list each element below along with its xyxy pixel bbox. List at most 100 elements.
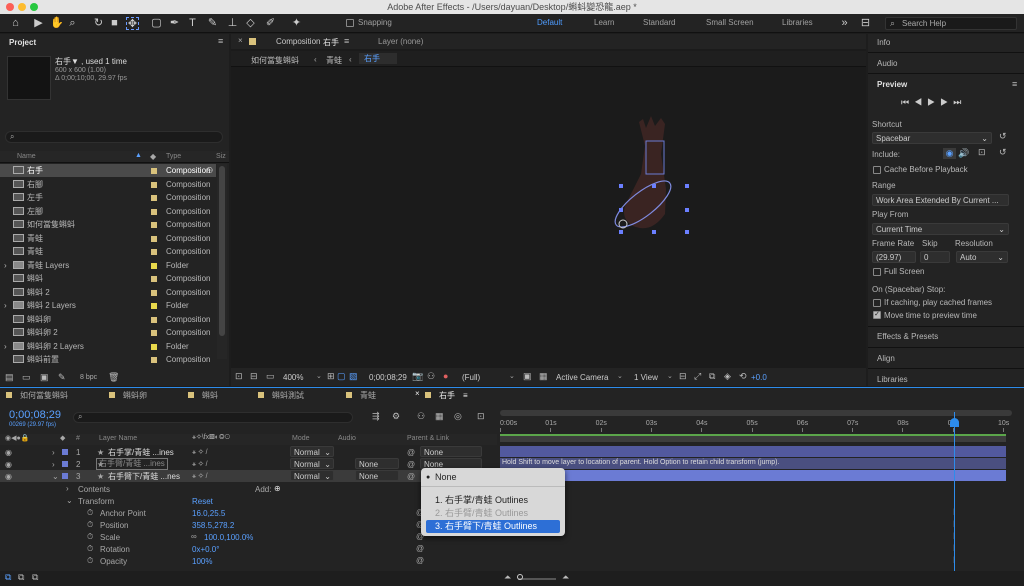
label-color-swatch[interactable] [151, 222, 157, 228]
color-channel-icon[interactable]: ● [443, 371, 448, 381]
transparency-grid-icon[interactable]: ▧ [349, 371, 358, 382]
chevron-down-icon[interactable]: ⌄ [52, 470, 59, 483]
label-color-swatch[interactable] [151, 208, 157, 215]
project-item[interactable]: 蝌蚪 2 Composition [0, 286, 216, 299]
view-layout-select[interactable]: 1 View [634, 373, 658, 382]
include-audio-icon[interactable]: 🔊 [958, 148, 969, 159]
menu-item-none[interactable]: ● None [421, 471, 565, 484]
project-item[interactable]: 右手 Composition ⚇ [0, 164, 216, 177]
stopwatch-icon[interactable]: ⏱ [87, 556, 93, 566]
move-time-checkbox[interactable]: ✓ [873, 311, 881, 319]
col-name[interactable]: Name [17, 153, 36, 160]
new-composition-icon[interactable]: ▣ [40, 372, 49, 383]
cache-before-playback-checkbox[interactable] [873, 166, 881, 174]
layer-switches[interactable]: ⚹ ✧ / [192, 470, 208, 483]
range-select[interactable]: Work Area Extended By Current ... [872, 194, 1009, 206]
vr-icon[interactable]: ⊟ [250, 371, 258, 382]
hand-tool-icon[interactable]: ✋ [50, 17, 64, 30]
timeline-tab[interactable]: 如何當隻蝌蚪 [6, 390, 68, 401]
reset-exposure-icon[interactable]: ⟲ [739, 371, 747, 382]
label-color-swatch[interactable] [151, 343, 157, 350]
property-value[interactable]: 16.0,25.5 [192, 509, 225, 518]
add-icon[interactable]: ⊕ [274, 484, 281, 493]
transform-handle[interactable] [619, 184, 623, 188]
layer-panel-tab[interactable]: Layer (none) [378, 37, 423, 46]
layer-bar-2[interactable]: Hold Shift to move layer to location of … [500, 458, 1006, 469]
transform-handle[interactable] [685, 184, 689, 188]
layer-bar-1[interactable] [500, 446, 1006, 457]
project-item[interactable]: › 蝌蚪卵 2 Layers Folder [0, 340, 216, 353]
timeline-tab[interactable]: 蝌蚪 [188, 390, 218, 401]
reset-link[interactable]: Reset [192, 497, 213, 506]
zoom-level[interactable]: 400% [283, 373, 303, 382]
transform-handle[interactable] [619, 230, 623, 234]
project-settings-icon[interactable]: ✎ [58, 372, 66, 383]
project-item[interactable]: 青蛙 Composition [0, 245, 216, 258]
chevron-down-icon[interactable]: ⌄ [66, 496, 73, 505]
layer-name[interactable]: 右手臂/青蛙 ...ines [96, 458, 168, 470]
previous-frame-icon[interactable]: ◀ [914, 97, 927, 107]
region-of-interest-icon[interactable]: ▢ [337, 371, 346, 382]
libraries-tab[interactable]: Libraries [877, 375, 908, 384]
minimize-window-button[interactable] [18, 3, 26, 11]
label-column-icon[interactable]: ◆ [150, 152, 156, 161]
menu-item-layer-3[interactable]: 3. 右手臂下/青蛙 Outlines [426, 520, 560, 533]
if-caching-checkbox[interactable] [873, 299, 881, 307]
chevron-right-icon[interactable]: › [4, 299, 7, 312]
layer-label-color[interactable] [62, 473, 68, 479]
stopwatch-icon[interactable]: ⏱ [87, 532, 93, 542]
expand-switches-icon[interactable]: ⧉ [18, 572, 24, 583]
info-panel-tab[interactable]: Info [877, 38, 890, 47]
shy-layers-icon[interactable]: ⚇ [417, 411, 425, 422]
workspace-default[interactable]: Default [537, 16, 562, 30]
label-color-swatch[interactable] [151, 289, 157, 296]
next-frame-icon[interactable]: ▶ [940, 97, 953, 107]
track-matte-select[interactable]: None [355, 458, 399, 469]
search-help-field[interactable]: ⌕ Search Help [885, 17, 1017, 30]
expression-pick-whip-icon[interactable]: @ [416, 544, 424, 553]
skip-select[interactable]: 0 [920, 251, 950, 263]
mode-select[interactable]: Normal ⌄ [290, 458, 334, 469]
frame-blending-icon[interactable]: ▦ [435, 411, 444, 422]
trash-icon[interactable]: 🗑 [108, 372, 119, 383]
sort-ascending-icon[interactable]: ▲ [135, 152, 142, 159]
chevron-right-icon[interactable]: › [4, 259, 7, 272]
effects-presets-tab[interactable]: Effects & Presets [877, 332, 938, 341]
comp-tab-label[interactable]: Composition [276, 37, 320, 46]
flowchart-icon[interactable]: ⧉ [709, 371, 715, 382]
draft-3d-icon[interactable]: ⚙ [392, 411, 400, 422]
property-value[interactable]: 100.0,100.0% [204, 533, 253, 542]
snapping-checkbox[interactable] [346, 19, 354, 27]
label-color-swatch[interactable] [151, 235, 157, 242]
viewer-current-time[interactable]: 0;00;08;29 [369, 373, 407, 382]
label-color-swatch[interactable] [151, 276, 157, 282]
breadcrumb-item[interactable]: 如何當隻蝌蚪 [251, 55, 299, 66]
breadcrumb-item[interactable]: 青蛙 [326, 55, 342, 66]
clone-stamp-tool-icon[interactable]: ⊥ [226, 17, 239, 30]
transform-handle[interactable] [685, 208, 689, 212]
project-item[interactable]: 蝌蚪 Composition [0, 272, 216, 285]
zoom-in-icon[interactable]: ⏶ [562, 572, 569, 583]
current-time-indicator[interactable] [954, 412, 955, 572]
zoom-out-icon[interactable]: ⏶ [504, 572, 511, 583]
comp-tab-name[interactable]: 右手 [323, 37, 339, 48]
layer-bar-3[interactable] [500, 470, 1006, 481]
project-item[interactable]: 蝌蚪前置 Composition [0, 353, 216, 364]
expand-in-out-icon[interactable]: ⧉ [32, 572, 38, 583]
col-type[interactable]: Type [166, 153, 181, 160]
resolution-select[interactable]: (Full) [462, 373, 480, 382]
project-search-field[interactable]: ⌕ [5, 131, 223, 143]
comp-tab-menu-icon[interactable]: ≡ [344, 36, 349, 46]
label-color-swatch[interactable] [151, 303, 157, 309]
puppet-tool-icon[interactable]: ✦ [290, 17, 303, 30]
project-item[interactable]: › 蝌蚪 2 Layers Folder [0, 299, 216, 312]
reset-shortcut-icon[interactable]: ↺ [999, 131, 1007, 142]
chevron-right-icon[interactable]: › [66, 484, 69, 493]
project-item[interactable]: 蝌蚪卵 2 Composition [0, 326, 216, 339]
timeline-tab[interactable]: 青蛙 [346, 390, 376, 401]
timeline-search-field[interactable]: ⌕ [73, 412, 353, 423]
selection-tool-icon[interactable]: ▶ [32, 17, 45, 30]
project-tab[interactable]: Project [9, 38, 36, 47]
stopwatch-icon[interactable]: ⏱ [87, 508, 93, 518]
graph-editor-icon[interactable]: ⊡ [477, 411, 485, 422]
